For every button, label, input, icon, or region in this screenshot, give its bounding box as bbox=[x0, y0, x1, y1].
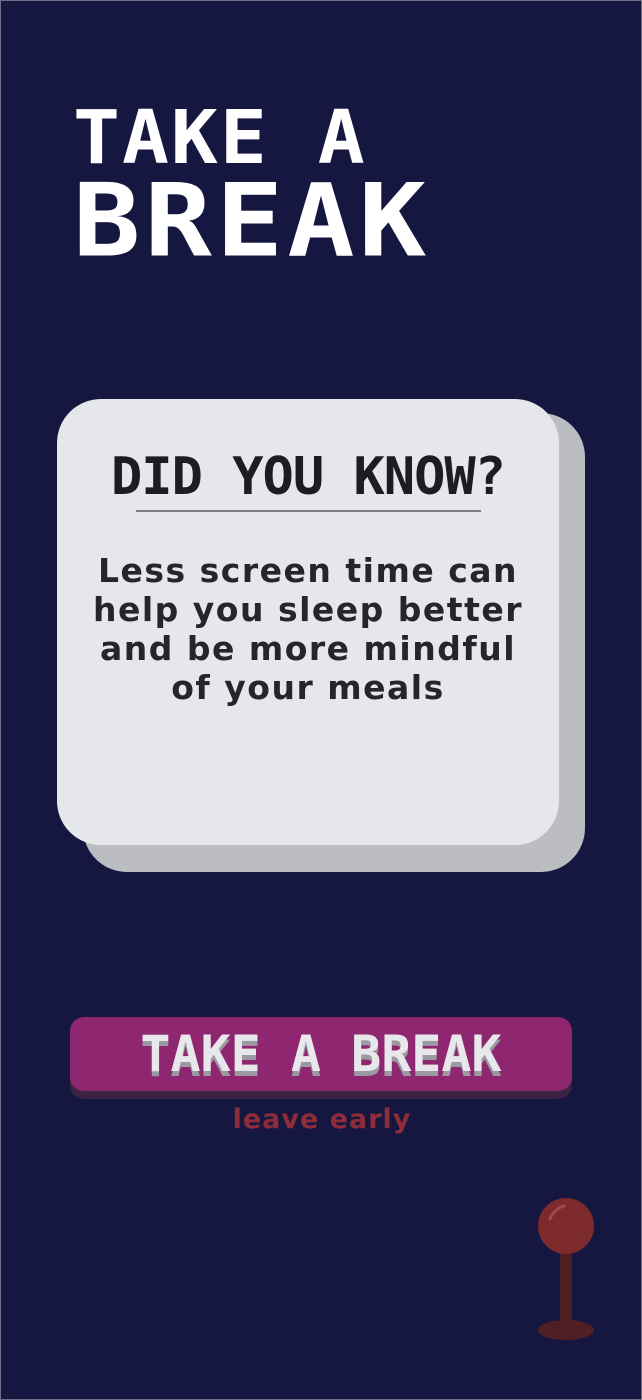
fact-card-heading: DID YOU KNOW? bbox=[111, 447, 506, 507]
fact-card: DID YOU KNOW? Less screen time can help … bbox=[57, 399, 559, 845]
take-break-button[interactable]: TAKE A BREAK bbox=[70, 1017, 572, 1091]
page-title-line2: BREAK bbox=[73, 162, 431, 280]
break-screen: TAKE A BREAK DID YOU KNOW? Less screen t… bbox=[0, 0, 642, 1400]
fact-card-divider bbox=[136, 510, 481, 512]
leave-early-link[interactable]: leave early bbox=[1, 1104, 641, 1135]
joystick-icon bbox=[534, 1193, 598, 1343]
fact-card-body: Less screen time can help you sleep bett… bbox=[93, 551, 523, 707]
page-title: TAKE A BREAK bbox=[73, 101, 430, 283]
